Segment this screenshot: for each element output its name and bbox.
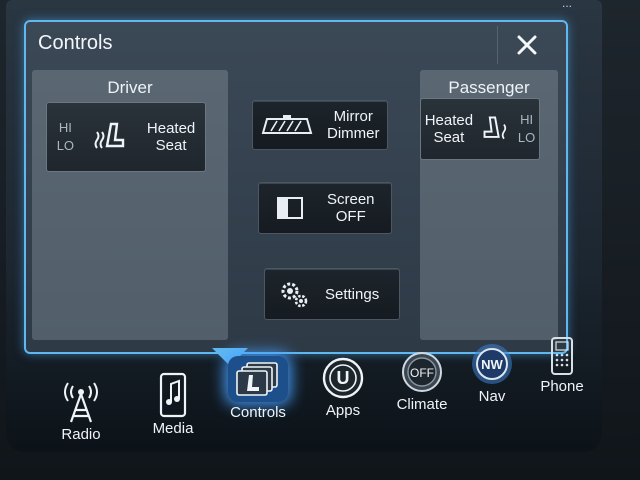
- screen-off-button[interactable]: Screen OFF: [258, 182, 392, 234]
- passenger-seat-label: Heated Seat: [425, 112, 473, 146]
- passenger-heated-seat-button[interactable]: Heated Seat HI LO: [420, 98, 540, 160]
- nav-nav[interactable]: NW Nav: [462, 342, 522, 405]
- music-phone-icon: [159, 372, 187, 418]
- passenger-seat-label-1: Heated: [424, 112, 474, 129]
- gear-icon: [281, 282, 308, 308]
- nav-phone[interactable]: Phone: [532, 336, 592, 395]
- nav-climate-label: Climate: [396, 396, 448, 413]
- display-screen: ... Controls Driver HI LO Heated Seat Mi…: [6, 0, 602, 452]
- nav-controls[interactable]: Controls: [218, 356, 298, 421]
- nav-controls-label: Controls: [230, 404, 286, 421]
- mirror-label-2: Dimmer: [327, 125, 380, 142]
- nav-media[interactable]: Media: [138, 372, 208, 437]
- radio-tower-icon: [64, 382, 98, 423]
- heated-seat-icon: [94, 122, 125, 149]
- climate-icon: OFF: [402, 352, 442, 392]
- controls-icon: [236, 362, 278, 396]
- passenger-seat-label-2: Seat: [433, 129, 465, 146]
- screen-label-2: OFF: [335, 208, 366, 225]
- nav-apps-label: Apps: [325, 402, 361, 419]
- passenger-lo-label: LO: [517, 130, 536, 145]
- close-button[interactable]: [497, 26, 556, 64]
- driver-panel: Driver HI LO Heated Seat: [32, 70, 228, 340]
- map-hint: ...: [561, 0, 572, 10]
- settings-label: Settings: [325, 285, 380, 303]
- driver-seat-label-1: Heated: [146, 120, 196, 137]
- controls-popup: Controls Driver HI LO Heated Seat Mirror…: [24, 20, 568, 354]
- mirror-label: Mirror Dimmer: [327, 108, 380, 142]
- nav-radio-label: Radio: [61, 426, 101, 443]
- nav-radio[interactable]: Radio: [46, 380, 116, 443]
- driver-hilo: HI LO: [57, 119, 74, 155]
- compass-icon: NW: [472, 344, 512, 384]
- heated-seat-icon: [483, 116, 506, 140]
- apps-icon: U: [322, 357, 364, 399]
- nav-nav-label: Nav: [478, 388, 506, 405]
- driver-title: Driver: [107, 78, 153, 97]
- mirror-dimmer-icon: [261, 115, 313, 134]
- passenger-hilo: HI LO: [518, 111, 535, 147]
- driver-hi-label: HI: [58, 120, 72, 135]
- driver-lo-label: LO: [56, 138, 75, 153]
- mirror-dimmer-button[interactable]: Mirror Dimmer: [252, 100, 388, 150]
- mirror-label-1: Mirror: [333, 108, 373, 125]
- nav-direction-glyph: NW: [481, 357, 503, 372]
- bezel: ... Controls Driver HI LO Heated Seat Mi…: [0, 0, 640, 480]
- climate-off-glyph: OFF: [410, 366, 434, 380]
- driver-seat-label: Heated Seat: [147, 120, 195, 154]
- apps-u-glyph: U: [337, 368, 350, 388]
- screen-off-icon: [277, 197, 303, 219]
- screen-label: Screen OFF: [327, 191, 375, 225]
- driver-seat-label-2: Seat: [155, 137, 187, 154]
- close-icon: [517, 35, 537, 55]
- driver-heated-seat-button[interactable]: HI LO Heated Seat: [46, 102, 206, 172]
- nav-media-label: Media: [152, 420, 194, 437]
- phone-icon: [551, 337, 573, 375]
- nav-apps[interactable]: U Apps: [308, 356, 378, 419]
- popup-title: Controls: [38, 32, 113, 54]
- screen-label-1: Screen: [327, 191, 375, 208]
- passenger-title: Passenger: [448, 78, 530, 97]
- nav-phone-label: Phone: [540, 378, 584, 395]
- nav-climate[interactable]: OFF Climate: [386, 350, 458, 413]
- passenger-panel: Passenger Heated Seat HI LO: [420, 70, 558, 340]
- passenger-hi-label: HI: [520, 112, 534, 127]
- settings-button[interactable]: Settings: [264, 268, 400, 320]
- bottom-nav: Radio Media Controls U Apps OFF Climate …: [26, 337, 586, 450]
